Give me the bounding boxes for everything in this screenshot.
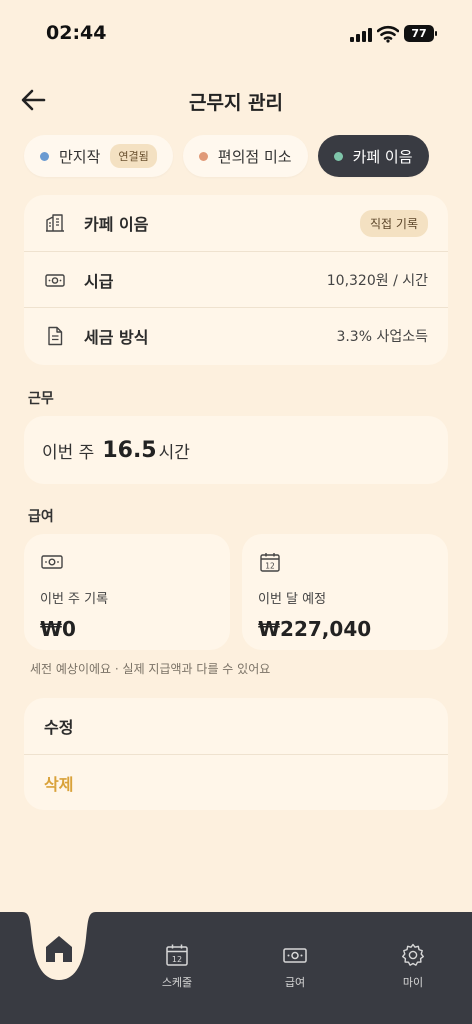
cash-icon [41,555,63,569]
color-dot [40,151,49,161]
tab-my[interactable]: 마이 [378,942,448,990]
color-dot [333,151,343,161]
monthly-pay-card: 12 이번 달 예정 ₩227,040 [242,534,448,650]
connected-badge: 연결됨 [110,144,157,168]
workplace-chip-miso[interactable]: 편의점 미소 [182,135,308,177]
gear-icon [402,943,424,966]
pay-disclaimer: 세전 예상이에요 · 실제 지급액과 다를 수 있어요 [30,662,271,676]
wage-value: 10,320원 / 시간 [326,272,428,289]
tax-row[interactable]: 세금 방식 3.3% 사업소득 [24,307,448,363]
tax-value: 3.3% 사업소득 [336,328,428,345]
document-icon [48,326,63,345]
manual-record-badge: 직접 기록 [360,209,428,237]
battery-indicator: 77 [404,25,437,42]
signal-icon [350,28,372,42]
calendar-icon: 12 [166,944,188,966]
workplace-chips: 만지작 연결됨 편의점 미소 카페 이음 [24,135,429,177]
weekly-pay-value: ₩0 [40,617,76,641]
chip-label: 카페 이음 [352,147,413,166]
workplace-name-row: 카페 이음 직접 기록 [24,195,448,251]
cash-icon [283,948,307,963]
cash-icon [45,273,65,287]
monthly-pay-value: ₩227,040 [258,617,372,641]
page-title: 근무지 관리 [188,92,283,114]
svg-text:12: 12 [265,562,275,571]
weekly-hours-card: 이번 주 16.5 시간 [24,416,448,484]
tab-pay[interactable]: 급여 [260,942,330,990]
calendar-icon: 12 [260,553,280,572]
bottom-tab-bar: 12 스케줄 급여 마이 [0,908,472,1024]
weekly-pay-label: 이번 주 기록 [40,592,109,607]
wifi-icon [377,25,399,43]
building-icon [46,214,64,232]
wage-label: 시급 [84,271,114,291]
chip-label: 편의점 미소 [217,147,292,166]
monthly-pay-label: 이번 달 예정 [258,592,327,607]
actions-card: 수정 삭제 [24,698,448,810]
chip-label: 만지작 [59,147,101,166]
workplace-info-card: 카페 이음 직접 기록 시급 10,320원 / 시간 세금 방식 3.3% 사… [24,195,448,365]
header: 근무지 관리 [0,78,472,122]
workplace-name: 카페 이음 [84,215,149,234]
tab-my-label: 마이 [402,976,424,989]
color-dot [198,151,208,161]
weekly-pay-card: 이번 주 기록 ₩0 [24,534,230,650]
weekly-hours-unit: 시간 [158,442,190,463]
work-section-label: 근무 [28,391,54,407]
status-time: 02:44 [46,22,107,44]
workplace-chip-manjijak[interactable]: 만지작 연결됨 [24,135,173,177]
weekly-hours-prefix: 이번 주 [42,442,95,463]
pay-section-label: 급여 [28,509,54,525]
edit-button[interactable]: 수정 [24,698,448,754]
tax-label: 세금 방식 [84,327,149,347]
svg-text:12: 12 [172,955,182,964]
wage-row[interactable]: 시급 10,320원 / 시간 [24,251,448,307]
tab-pay-label: 급여 [284,976,306,989]
delete-button[interactable]: 삭제 [24,754,448,810]
workplace-chip-cafe-ieum[interactable]: 카페 이음 [317,135,429,177]
tab-schedule[interactable]: 12 스케줄 [142,942,212,990]
status-bar: 02:44 77 [0,0,472,70]
home-icon[interactable] [42,932,76,966]
weekly-hours-value: 16.5 [102,437,157,463]
tab-schedule-label: 스케줄 [161,976,193,989]
